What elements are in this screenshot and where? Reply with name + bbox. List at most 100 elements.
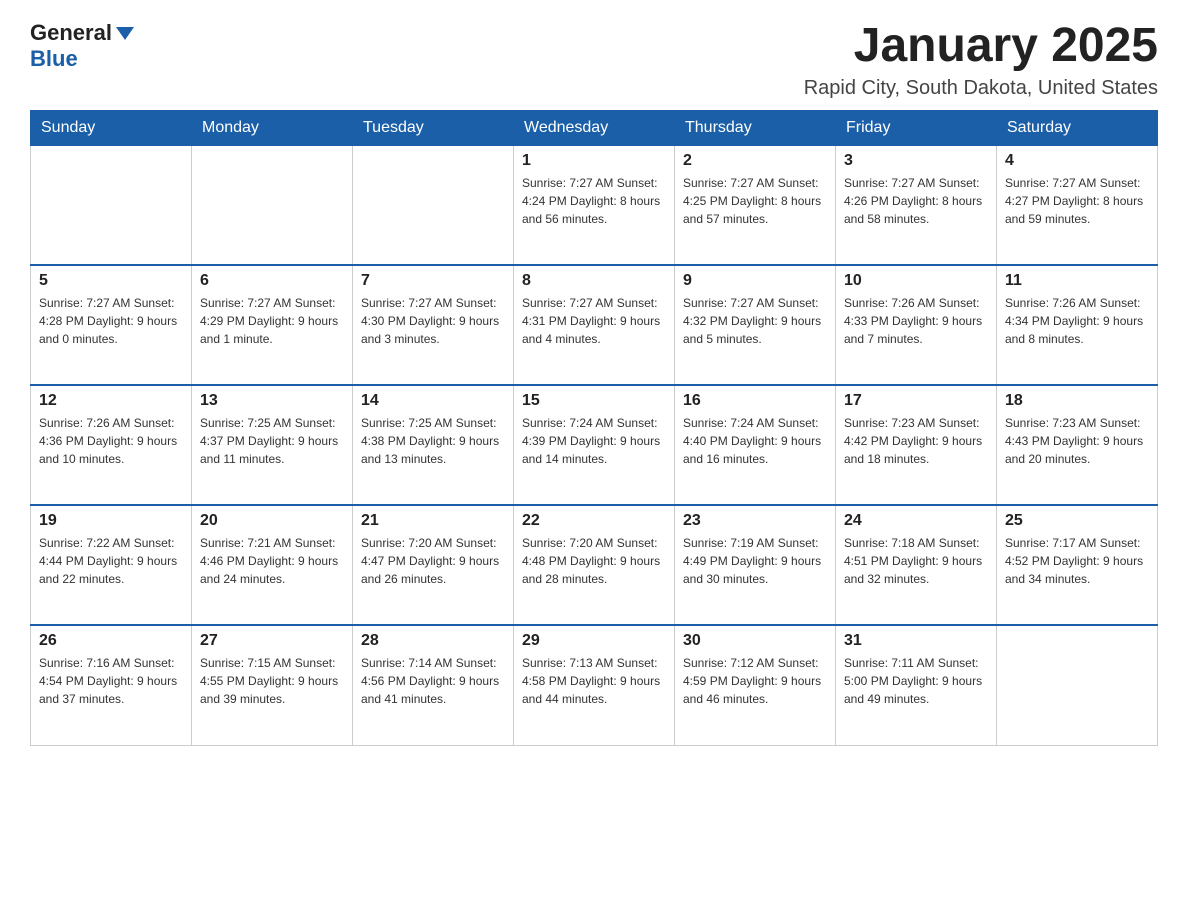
day-info: Sunrise: 7:19 AM Sunset: 4:49 PM Dayligh… — [683, 534, 827, 588]
month-title: January 2025 — [804, 20, 1158, 73]
day-info: Sunrise: 7:17 AM Sunset: 4:52 PM Dayligh… — [1005, 534, 1149, 588]
calendar-cell: 22 Sunrise: 7:20 AM Sunset: 4:48 PM Dayli… — [514, 505, 675, 625]
calendar-cell: 21 Sunrise: 7:20 AM Sunset: 4:47 PM Dayli… — [353, 505, 514, 625]
day-number: 16 — [683, 392, 827, 410]
calendar-cell: 7 Sunrise: 7:27 AM Sunset: 4:30 PM Daylig… — [353, 265, 514, 385]
calendar-header-wednesday: Wednesday — [514, 110, 675, 145]
location-title: Rapid City, South Dakota, United States — [804, 77, 1158, 100]
day-number: 2 — [683, 152, 827, 170]
day-info: Sunrise: 7:27 AM Sunset: 4:30 PM Dayligh… — [361, 294, 505, 348]
day-number: 27 — [200, 632, 344, 650]
calendar-week-row: 5 Sunrise: 7:27 AM Sunset: 4:28 PM Daylig… — [31, 265, 1158, 385]
day-number: 31 — [844, 632, 988, 650]
day-number: 18 — [1005, 392, 1149, 410]
day-info: Sunrise: 7:18 AM Sunset: 4:51 PM Dayligh… — [844, 534, 988, 588]
day-info: Sunrise: 7:27 AM Sunset: 4:28 PM Dayligh… — [39, 294, 183, 348]
day-info: Sunrise: 7:25 AM Sunset: 4:38 PM Dayligh… — [361, 414, 505, 468]
day-info: Sunrise: 7:12 AM Sunset: 4:59 PM Dayligh… — [683, 654, 827, 708]
day-number: 7 — [361, 272, 505, 290]
calendar-cell: 27 Sunrise: 7:15 AM Sunset: 4:55 PM Dayli… — [192, 625, 353, 745]
day-number: 12 — [39, 392, 183, 410]
day-number: 3 — [844, 152, 988, 170]
day-info: Sunrise: 7:14 AM Sunset: 4:56 PM Dayligh… — [361, 654, 505, 708]
calendar-cell: 9Sunrise: 7:27 AM Sunset: 4:32 PM Daylig… — [675, 265, 836, 385]
day-number: 23 — [683, 512, 827, 530]
day-info: Sunrise: 7:21 AM Sunset: 4:46 PM Dayligh… — [200, 534, 344, 588]
calendar-cell: 18 Sunrise: 7:23 AM Sunset: 4:43 PM Dayli… — [997, 385, 1158, 505]
day-info: Sunrise: 7:27 AM Sunset: 4:26 PM Dayligh… — [844, 174, 988, 228]
day-number: 5 — [39, 272, 183, 290]
day-info: Sunrise: 7:16 AM Sunset: 4:54 PM Dayligh… — [39, 654, 183, 708]
calendar-cell: 14 Sunrise: 7:25 AM Sunset: 4:38 PM Dayli… — [353, 385, 514, 505]
calendar-cell: 17 Sunrise: 7:23 AM Sunset: 4:42 PM Dayli… — [836, 385, 997, 505]
header: General Blue January 2025 Rapid City, So… — [30, 20, 1158, 100]
calendar-cell — [192, 145, 353, 265]
day-info: Sunrise: 7:27 AM Sunset: 4:25 PM Dayligh… — [683, 174, 827, 228]
calendar-cell: 25 Sunrise: 7:17 AM Sunset: 4:52 PM Dayli… — [997, 505, 1158, 625]
calendar-cell: 8Sunrise: 7:27 AM Sunset: 4:31 PM Daylig… — [514, 265, 675, 385]
calendar-cell: 12 Sunrise: 7:26 AM Sunset: 4:36 PM Dayli… — [31, 385, 192, 505]
day-info: Sunrise: 7:22 AM Sunset: 4:44 PM Dayligh… — [39, 534, 183, 588]
day-number: 30 — [683, 632, 827, 650]
day-number: 17 — [844, 392, 988, 410]
day-number: 24 — [844, 512, 988, 530]
calendar-week-row: 1Sunrise: 7:27 AM Sunset: 4:24 PM Daylig… — [31, 145, 1158, 265]
day-info: Sunrise: 7:26 AM Sunset: 4:34 PM Dayligh… — [1005, 294, 1149, 348]
day-info: Sunrise: 7:11 AM Sunset: 5:00 PM Dayligh… — [844, 654, 988, 708]
day-number: 28 — [361, 632, 505, 650]
calendar-cell — [997, 625, 1158, 745]
calendar-header-row: SundayMondayTuesdayWednesdayThursdayFrid… — [31, 110, 1158, 145]
day-number: 14 — [361, 392, 505, 410]
calendar-cell: 28 Sunrise: 7:14 AM Sunset: 4:56 PM Dayli… — [353, 625, 514, 745]
day-number: 21 — [361, 512, 505, 530]
day-info: Sunrise: 7:20 AM Sunset: 4:47 PM Dayligh… — [361, 534, 505, 588]
calendar-cell: 15Sunrise: 7:24 AM Sunset: 4:39 PM Dayli… — [514, 385, 675, 505]
day-number: 9 — [683, 272, 827, 290]
day-info: Sunrise: 7:25 AM Sunset: 4:37 PM Dayligh… — [200, 414, 344, 468]
calendar-cell: 3 Sunrise: 7:27 AM Sunset: 4:26 PM Daylig… — [836, 145, 997, 265]
day-info: Sunrise: 7:27 AM Sunset: 4:27 PM Dayligh… — [1005, 174, 1149, 228]
calendar-header-tuesday: Tuesday — [353, 110, 514, 145]
day-info: Sunrise: 7:26 AM Sunset: 4:36 PM Dayligh… — [39, 414, 183, 468]
calendar-cell: 1Sunrise: 7:27 AM Sunset: 4:24 PM Daylig… — [514, 145, 675, 265]
calendar-cell: 6 Sunrise: 7:27 AM Sunset: 4:29 PM Daylig… — [192, 265, 353, 385]
calendar-cell: 16 Sunrise: 7:24 AM Sunset: 4:40 PM Dayli… — [675, 385, 836, 505]
logo: General Blue — [30, 20, 134, 72]
calendar-cell — [31, 145, 192, 265]
calendar-cell — [353, 145, 514, 265]
calendar-cell: 13 Sunrise: 7:25 AM Sunset: 4:37 PM Dayli… — [192, 385, 353, 505]
calendar-cell: 11Sunrise: 7:26 AM Sunset: 4:34 PM Dayli… — [997, 265, 1158, 385]
calendar-cell: 20 Sunrise: 7:21 AM Sunset: 4:46 PM Dayli… — [192, 505, 353, 625]
calendar-week-row: 19 Sunrise: 7:22 AM Sunset: 4:44 PM Dayli… — [31, 505, 1158, 625]
day-number: 6 — [200, 272, 344, 290]
day-number: 25 — [1005, 512, 1149, 530]
day-number: 22 — [522, 512, 666, 530]
calendar-week-row: 26Sunrise: 7:16 AM Sunset: 4:54 PM Dayli… — [31, 625, 1158, 745]
day-info: Sunrise: 7:24 AM Sunset: 4:40 PM Dayligh… — [683, 414, 827, 468]
day-info: Sunrise: 7:20 AM Sunset: 4:48 PM Dayligh… — [522, 534, 666, 588]
logo-general-text: General — [30, 20, 112, 46]
day-number: 13 — [200, 392, 344, 410]
calendar-cell: 4 Sunrise: 7:27 AM Sunset: 4:27 PM Daylig… — [997, 145, 1158, 265]
calendar-cell: 29Sunrise: 7:13 AM Sunset: 4:58 PM Dayli… — [514, 625, 675, 745]
day-number: 4 — [1005, 152, 1149, 170]
day-number: 10 — [844, 272, 988, 290]
day-info: Sunrise: 7:23 AM Sunset: 4:42 PM Dayligh… — [844, 414, 988, 468]
calendar-header-thursday: Thursday — [675, 110, 836, 145]
day-info: Sunrise: 7:15 AM Sunset: 4:55 PM Dayligh… — [200, 654, 344, 708]
day-number: 1 — [522, 152, 666, 170]
calendar-cell: 26Sunrise: 7:16 AM Sunset: 4:54 PM Dayli… — [31, 625, 192, 745]
calendar-cell: 2 Sunrise: 7:27 AM Sunset: 4:25 PM Daylig… — [675, 145, 836, 265]
day-info: Sunrise: 7:23 AM Sunset: 4:43 PM Dayligh… — [1005, 414, 1149, 468]
logo-blue-text: Blue — [30, 46, 78, 72]
day-info: Sunrise: 7:13 AM Sunset: 4:58 PM Dayligh… — [522, 654, 666, 708]
day-info: Sunrise: 7:27 AM Sunset: 4:29 PM Dayligh… — [200, 294, 344, 348]
calendar-cell: 5 Sunrise: 7:27 AM Sunset: 4:28 PM Daylig… — [31, 265, 192, 385]
day-number: 19 — [39, 512, 183, 530]
calendar-cell: 23 Sunrise: 7:19 AM Sunset: 4:49 PM Dayli… — [675, 505, 836, 625]
calendar-table: SundayMondayTuesdayWednesdayThursdayFrid… — [30, 110, 1158, 746]
calendar-header-friday: Friday — [836, 110, 997, 145]
day-number: 20 — [200, 512, 344, 530]
day-number: 15 — [522, 392, 666, 410]
day-info: Sunrise: 7:26 AM Sunset: 4:33 PM Dayligh… — [844, 294, 988, 348]
